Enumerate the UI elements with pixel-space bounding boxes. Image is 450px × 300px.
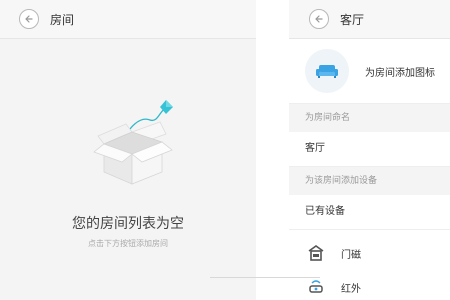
back-button[interactable] — [19, 9, 39, 29]
device-item-door-sensor[interactable]: 门磁 — [289, 236, 450, 270]
add-icon-label: 为房间添加图标 — [365, 67, 435, 79]
room-icon-avatar[interactable] — [305, 49, 349, 93]
name-section-label: 为房间命名 — [289, 104, 450, 132]
device-section-label: 为该房间添加设备 — [289, 167, 450, 195]
sofa-icon — [316, 65, 338, 78]
device-label: 门磁 — [341, 249, 361, 261]
empty-state: 您的房间列表为空 点击下方按钮添加房间 — [0, 38, 256, 300]
page-title: 客厅 — [340, 12, 365, 27]
infrared-icon — [305, 276, 327, 298]
arrow-left-icon — [315, 15, 323, 23]
back-button[interactable] — [309, 9, 329, 29]
existing-devices-label: 已有设备 — [289, 195, 450, 230]
panel-gap — [256, 0, 289, 300]
device-item-infrared[interactable]: 红外 — [289, 270, 450, 300]
add-room-icon-row[interactable]: 为房间添加图标 — [289, 39, 450, 104]
empty-subtitle: 点击下方按钮添加房间 — [88, 239, 168, 248]
arrow-left-icon — [25, 15, 33, 23]
empty-title: 您的房间列表为空 — [72, 216, 184, 232]
rooms-header: 房间 — [0, 0, 256, 39]
bottom-divider — [210, 277, 320, 278]
page-title: 房间 — [50, 12, 75, 27]
room-detail-panel: 客厅 为房间添加图标 为房间命名 客厅 为该房间添加设备 已有设备 门磁 红外 — [289, 0, 450, 300]
empty-box-icon — [93, 100, 173, 185]
rooms-panel: 房间 您的房间列表为空 点击下方按钮添加房间 — [0, 0, 256, 300]
device-label: 红外 — [341, 283, 361, 295]
door-sensor-icon — [305, 242, 327, 264]
room-header: 客厅 — [289, 0, 450, 39]
room-name-field[interactable]: 客厅 — [289, 132, 450, 167]
